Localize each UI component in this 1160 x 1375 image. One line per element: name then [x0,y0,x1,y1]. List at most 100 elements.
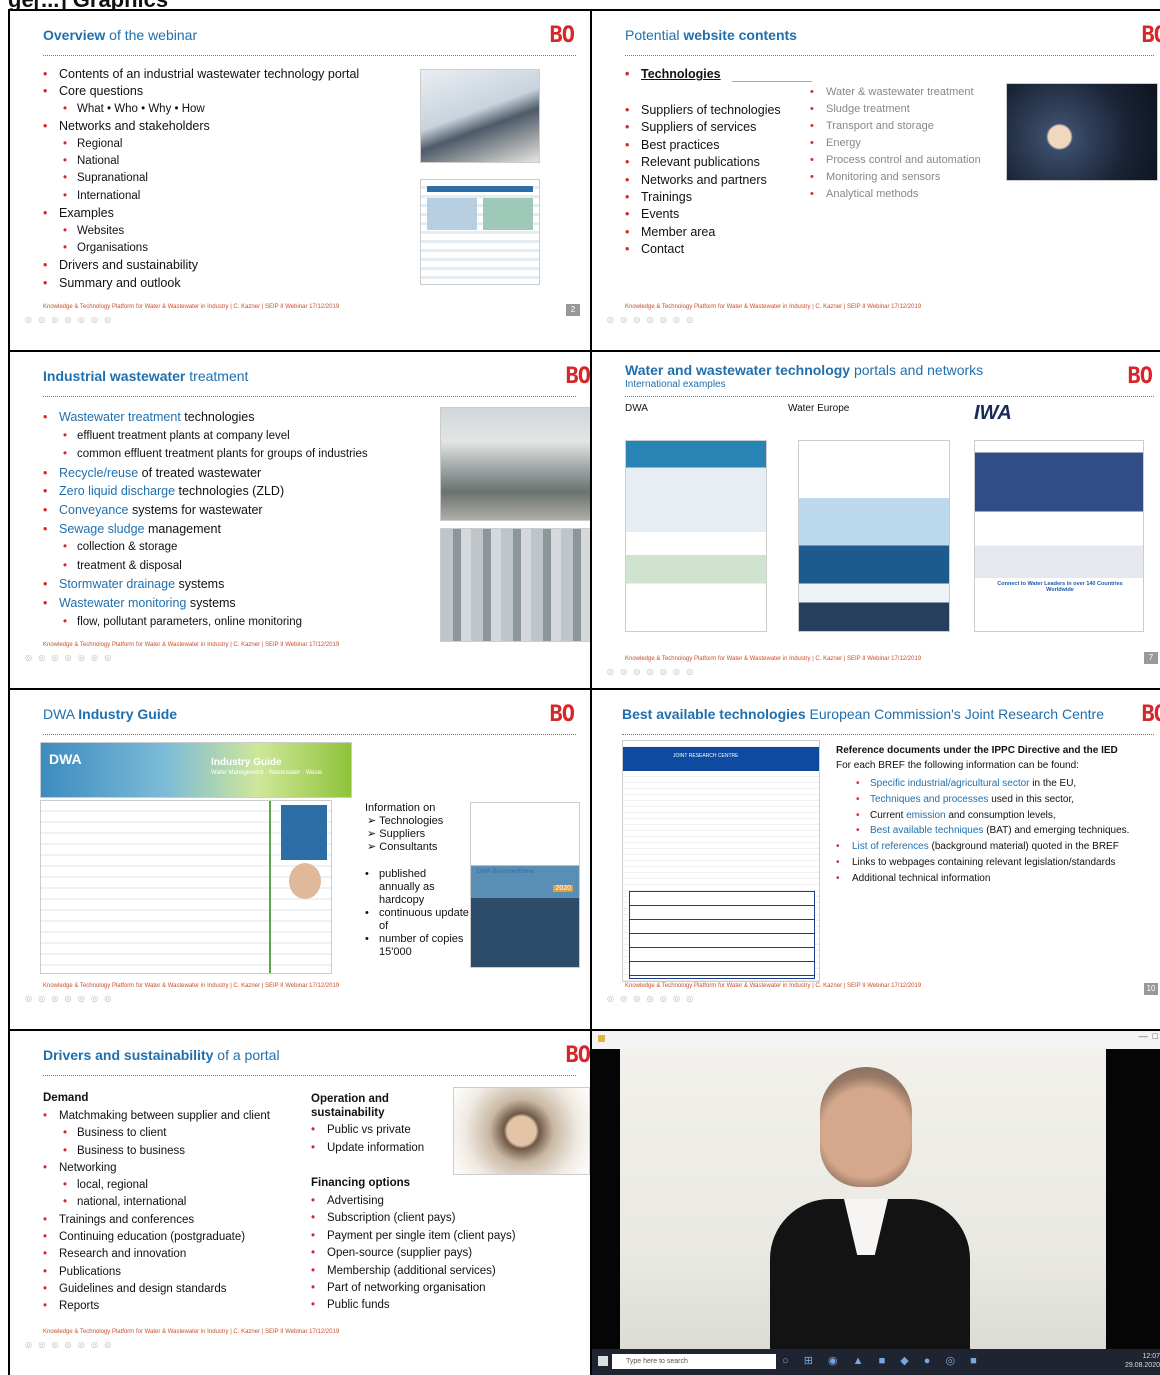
list-item: Water & wastewater treatment [810,84,981,101]
slide-footer: Knowledge & Technology Platform for Wate… [625,304,921,310]
financing-heading: Financing options [311,1177,410,1189]
list-item: local, regional [43,1177,270,1194]
taskbar-clock[interactable]: 12:0729.08.2020 [1125,1352,1160,1370]
list-item: Zero liquid discharge technologies (ZLD) [43,482,368,501]
list-item: Business to business [43,1143,270,1160]
window-app-icon [598,1035,605,1042]
ref-docs-heading: Reference documents under the IPPC Direc… [836,745,1118,756]
list-item: Events [625,206,781,223]
treatment-plant-image [440,407,590,521]
list-item: Contents of an industrial wastewater tec… [43,66,359,83]
branchenfuehrer-book-cover: DWA-Branchenführer 2020 [470,802,580,968]
slide-website-contents[interactable]: Potential website contents BO Technologi… [592,11,1160,350]
list-item: Contact [625,241,781,258]
demand-list: Matchmaking between supplier and clientB… [43,1108,270,1316]
list-item: Transport and storage [810,118,981,135]
slide-bat-jrc[interactable]: Best available technologies European Com… [592,690,1160,1029]
slide-nav-icons[interactable]: ◎ ◎ ◎ ◎ ◎ ◎ ◎ [607,315,695,324]
info-block: Information on ➢ Technologies➢ Suppliers… [365,802,469,959]
bo-logo: BO [1142,23,1160,48]
list-item: Examples [43,205,359,222]
operation-list: Public vs privateUpdate information [311,1122,424,1157]
jrc-webpage-thumb: JOINT RESEARCH CENTRE [622,740,820,982]
title-divider [43,734,576,735]
slide-nav-icons[interactable]: ◎ ◎ ◎ ◎ ◎ ◎ ◎ [607,667,695,676]
col-label-water-europe: Water Europe [788,403,849,414]
slide-nav-icons[interactable]: ◎ ◎ ◎ ◎ ◎ ◎ ◎ [25,994,113,1003]
list-item: Regional [43,136,359,153]
slide-title: Best available technologies European Com… [622,706,1104,722]
dwa-logo: DWA [49,751,82,767]
bo-logo: BO [566,364,591,389]
info-bullet-item: •number of copies 15'000 [365,933,469,959]
info-arrow-item: ➢ Suppliers [367,828,469,841]
list-item: Specific industrial/agricultural sector … [836,776,1156,792]
title-divider [43,1075,576,1076]
slide-nav-icons[interactable]: ◎ ◎ ◎ ◎ ◎ ◎ ◎ [25,315,113,324]
speaker-video [620,1049,1106,1349]
slide-footer: Knowledge & Technology Platform for Wate… [625,983,921,989]
speaker-head [820,1067,912,1187]
info-arrow-item: ➢ Consultants [367,841,469,854]
list-item: Recycle/reuse of treated wastewater [43,464,368,483]
info-bullet-item: •continuous update of [365,907,469,933]
slide-nav-icons[interactable]: ◎ ◎ ◎ ◎ ◎ ◎ ◎ [607,994,695,1003]
water-europe-website-thumb [798,440,950,632]
list-item: Matchmaking between supplier and client [43,1108,270,1125]
slide-footer: Knowledge & Technology Platform for Wate… [43,983,339,989]
slide-footer: Knowledge & Technology Platform for Wate… [43,642,339,648]
list-item: Networking [43,1160,270,1177]
list-item: Relevant publications [625,154,781,171]
video-call-window[interactable]: — □ Type here to search ○ ⊞ ◉ ▲ ■ ◆ ● ◎ … [592,1031,1160,1375]
slide-portals-networks[interactable]: Water and wastewater technology portals … [592,352,1160,688]
window-controls[interactable]: — □ [1139,1031,1158,1041]
list-item: Process control and automation [810,152,981,169]
list-item: Membership (additional services) [311,1263,516,1280]
slide-title: Overview of the webinar [43,27,197,43]
list-item: Public vs private [311,1122,424,1140]
supplier-table-thumb [40,800,332,974]
dwa-website-thumb [625,440,767,632]
list-item: Supranational [43,170,359,187]
list-item: Stormwater drainage systems [43,575,368,594]
iwa-connect-text: Connect to Water Leaders in over 140 Cou… [985,581,1135,593]
bo-logo: BO [566,1043,591,1068]
title-divider [43,55,576,56]
list-item: Summary and outlook [43,275,359,292]
list-item: What • Who • Why • How [43,101,359,118]
slide-drivers-sustainability[interactable]: Drivers and sustainability of a portal B… [10,1031,590,1375]
network-hand-image [1006,83,1158,181]
windows-start-icon[interactable] [598,1356,608,1366]
slide-industrial-wastewater[interactable]: Industrial wastewater treatment BO Waste… [10,352,590,688]
list-item: collection & storage [43,538,368,557]
windows-taskbar: Type here to search ○ ⊞ ◉ ▲ ■ ◆ ● ◎ ■ 12… [592,1349,1160,1375]
slide-footer: Knowledge & Technology Platform for Wate… [43,1329,339,1335]
list-item: Networks and partners [625,172,781,189]
list-item: Best available techniques (BAT) and emer… [836,823,1156,839]
slide-nav-icons[interactable]: ◎ ◎ ◎ ◎ ◎ ◎ ◎ [25,1340,113,1349]
slide-title: DWA Industry Guide [43,706,177,722]
list-item: Business to client [43,1125,270,1142]
list-item: Drivers and sustainability [43,257,359,274]
slide-overview[interactable]: Overview of the webinar BO Contents of a… [10,11,590,350]
technologies-heading: Technologies [625,66,721,83]
list-item: Trainings [625,189,781,206]
list-item: Guidelines and design standards [43,1281,270,1298]
overview-list: Contents of an industrial wastewater tec… [43,66,359,292]
treatment-list: Wastewater treatment technologieseffluen… [43,408,368,631]
list-item: Sludge treatment [810,101,981,118]
bo-logo: BO [1142,702,1160,727]
list-item: Energy [810,135,981,152]
demand-heading: Demand [43,1092,88,1104]
slide-nav-icons[interactable]: ◎ ◎ ◎ ◎ ◎ ◎ ◎ [25,653,113,662]
list-item: Open-source (supplier pays) [311,1245,516,1262]
list-item: treatment & disposal [43,557,368,576]
slide-subtitle: International examples [625,379,726,390]
taskbar-search-input[interactable]: Type here to search [612,1354,776,1369]
taskbar-app-icons[interactable]: ○ ⊞ ◉ ▲ ■ ◆ ● ◎ ■ [782,1354,983,1367]
slide-dwa-industry-guide[interactable]: DWA Industry Guide BO DWA Industry Guide… [10,690,590,1029]
bo-logo: BO [550,23,575,48]
list-item: Best practices [625,137,781,154]
page-number: 10 [1144,983,1158,995]
title-divider [43,396,576,397]
